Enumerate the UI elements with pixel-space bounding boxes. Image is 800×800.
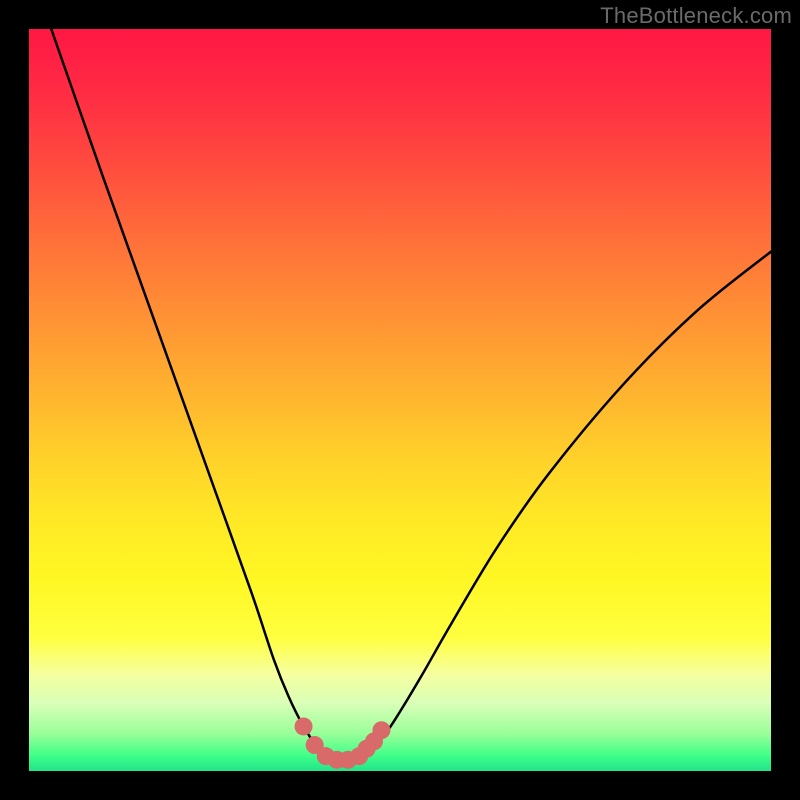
chart-frame: TheBottleneck.com — [0, 0, 800, 800]
chart-plot-area — [29, 29, 771, 771]
highlight-dots — [295, 717, 391, 768]
highlight-dot — [372, 721, 390, 739]
chart-svg — [29, 29, 771, 771]
watermark-text: TheBottleneck.com — [600, 3, 792, 29]
bottleneck-curve — [51, 29, 771, 760]
highlight-dot — [295, 717, 313, 735]
